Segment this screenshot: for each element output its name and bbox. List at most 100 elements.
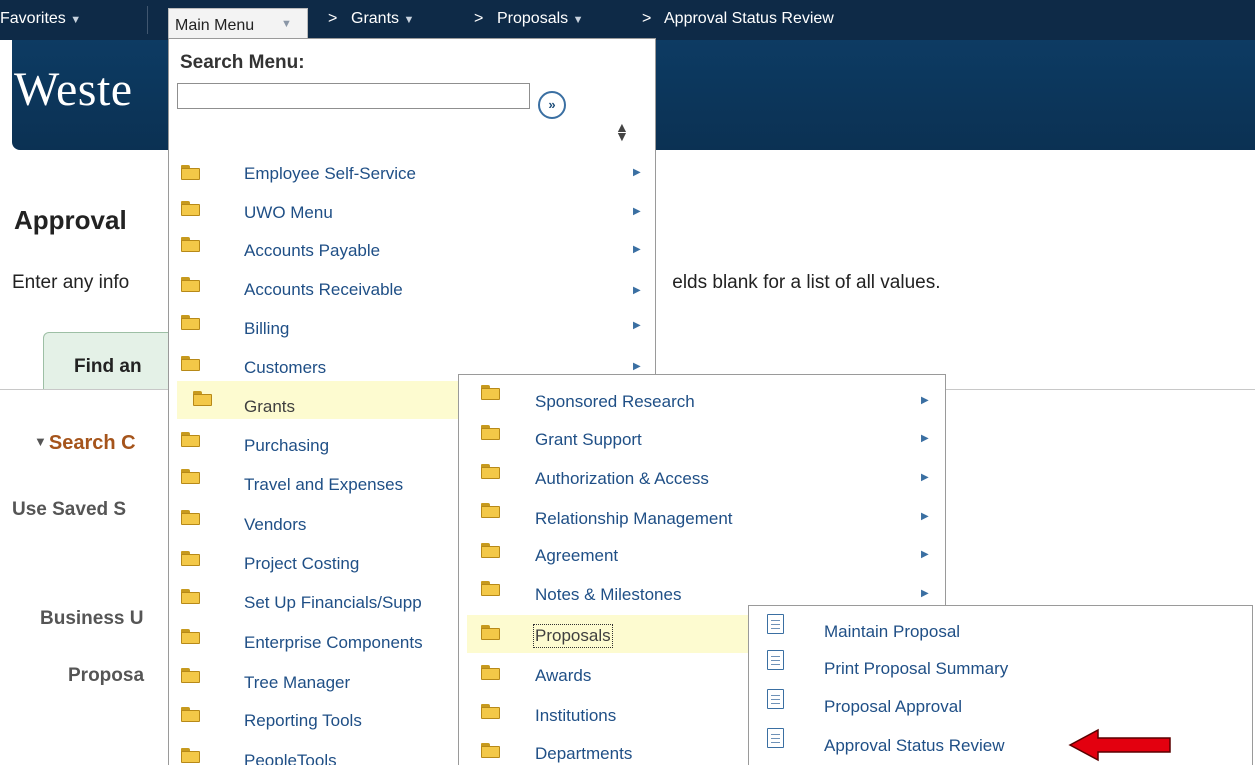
submenu-arrow-icon: ▶ xyxy=(633,244,641,255)
submenu-arrow-icon: ▶ xyxy=(633,361,641,372)
submenu-arrow-icon: ▶ xyxy=(921,395,929,406)
document-icon xyxy=(767,650,784,670)
menu-item-label: Institutions xyxy=(535,706,617,725)
menu-item-purchasing[interactable]: Purchasing xyxy=(181,419,461,457)
breadcrumb-approval-status-review[interactable]: Approval Status Review xyxy=(664,10,834,28)
red-arrow-annotation-icon xyxy=(1068,728,1171,762)
menu-item-label: Customers xyxy=(244,358,327,377)
chevron-down-icon: ▼ xyxy=(70,14,82,26)
menu-item-maintain-proposal[interactable]: Maintain Proposal xyxy=(767,612,1237,650)
submenu-arrow-icon: ▶ xyxy=(633,320,641,331)
menu-item-label: Agreement xyxy=(535,546,619,565)
search-criteria-toggle[interactable]: ▼ Search C xyxy=(34,432,136,455)
favorites-label: Favorites xyxy=(0,10,66,27)
breadcrumb-label: Grants xyxy=(351,10,400,27)
menu-item-grant-support[interactable]: Grant Support ▶ xyxy=(481,419,941,457)
folder-icon xyxy=(181,237,200,252)
menu-item-departments[interactable]: Departments xyxy=(481,729,741,765)
menu-item-label: Proposal Approval xyxy=(824,697,962,716)
submenu-arrow-icon: ▶ xyxy=(921,472,929,483)
menu-item-proposals[interactable]: Proposals xyxy=(467,615,749,653)
folder-icon xyxy=(181,707,200,722)
folder-icon xyxy=(481,581,500,596)
instructions-start: Enter any info xyxy=(12,272,130,293)
main-menu-button[interactable]: Main Menu ▼ xyxy=(168,8,308,38)
menu-item-agreement[interactable]: Agreement ▶ xyxy=(481,533,941,571)
menu-item-institutions[interactable]: Institutions xyxy=(481,691,741,729)
proposals-submenu: Maintain Proposal Print Proposal Summary… xyxy=(748,605,1253,765)
menu-item-relationship-management[interactable]: Relationship Management ▶ xyxy=(481,495,941,533)
nav-divider xyxy=(147,6,148,34)
menu-item-print-proposal-summary[interactable]: Print Proposal Summary xyxy=(767,650,1237,688)
document-icon xyxy=(767,614,784,634)
menu-item-set-up-financials[interactable]: Set Up Financials/Supp xyxy=(181,571,461,612)
folder-icon xyxy=(481,543,500,558)
menu-item-label: Accounts Receivable xyxy=(244,280,403,299)
menu-item-peopletools[interactable]: PeopleTools xyxy=(181,723,461,765)
folder-icon xyxy=(481,503,500,518)
breadcrumb-proposals[interactable]: Proposals ▼ xyxy=(497,10,584,28)
folder-icon xyxy=(193,391,212,406)
menu-item-awards[interactable]: Awards xyxy=(481,653,741,691)
search-menu-label: Search Menu: xyxy=(180,52,305,73)
favorites-menu[interactable]: Favorites ▼ xyxy=(0,10,81,28)
search-menu-input[interactable] xyxy=(177,83,530,109)
search-criteria-label: Search C xyxy=(48,432,136,454)
menu-item-label: Vendors xyxy=(244,515,307,534)
menu-item-billing[interactable]: Billing ▶ xyxy=(181,305,641,343)
menu-item-authorization-access[interactable]: Authorization & Access ▶ xyxy=(481,457,941,495)
folder-icon xyxy=(181,510,200,525)
menu-item-label: Travel and Expenses xyxy=(244,475,404,494)
menu-item-travel-and-expenses[interactable]: Travel and Expenses xyxy=(181,457,461,495)
breadcrumb-separator: > xyxy=(474,10,484,27)
menu-item-sponsored-research[interactable]: Sponsored Research ▶ xyxy=(481,381,941,419)
banner-logo-text: Weste xyxy=(14,63,133,116)
double-chevron-right-icon[interactable]: » xyxy=(538,91,566,119)
breadcrumb-grants[interactable]: Grants ▼ xyxy=(351,10,414,28)
menu-item-accounts-receivable[interactable]: Accounts Receivable ▶ xyxy=(181,267,641,305)
submenu-arrow-icon: ▶ xyxy=(921,549,929,560)
folder-icon xyxy=(181,201,200,216)
submenu-arrow-icon: ▶ xyxy=(921,588,929,599)
submenu-arrow-icon: ▶ xyxy=(921,511,929,522)
folder-icon xyxy=(481,665,500,680)
menu-item-proposal-approval[interactable]: Proposal Approval xyxy=(767,688,1237,726)
menu-item-grants[interactable]: Grants xyxy=(177,381,469,419)
menu-item-label: Departments xyxy=(535,744,633,763)
menu-item-reporting-tools[interactable]: Reporting Tools xyxy=(181,685,461,730)
menu-item-enterprise-components[interactable]: Enterprise Components xyxy=(181,609,461,652)
main-menu-label: Main Menu xyxy=(175,17,255,34)
breadcrumb-label: Approval Status Review xyxy=(664,10,834,27)
folder-icon xyxy=(481,743,500,758)
sort-arrows-icon[interactable]: ▲ ▼ xyxy=(615,120,629,143)
folder-icon xyxy=(481,425,500,440)
menu-item-project-costing[interactable]: Project Costing xyxy=(181,533,461,573)
menu-item-notes-milestones[interactable]: Notes & Milestones ▶ xyxy=(481,571,941,609)
submenu-arrow-icon: ▶ xyxy=(921,433,929,444)
menu-item-tree-manager[interactable]: Tree Manager xyxy=(181,647,461,692)
page-title: Approval xyxy=(14,205,127,235)
folder-icon xyxy=(181,748,200,763)
menu-item-label: Relationship Management xyxy=(535,509,733,528)
folder-icon xyxy=(181,668,200,683)
menu-item-label: Awards xyxy=(535,666,592,685)
submenu-arrow-icon: ▶ xyxy=(633,285,641,296)
folder-icon xyxy=(181,589,200,604)
tab-label: Find an xyxy=(74,356,142,377)
menu-item-label: PeopleTools xyxy=(244,751,337,765)
menu-item-uwo-menu[interactable]: UWO Menu ▶ xyxy=(181,191,641,229)
menu-item-accounts-payable[interactable]: Accounts Payable ▶ xyxy=(181,229,641,267)
submenu-arrow-icon: ▶ xyxy=(633,167,641,178)
folder-icon xyxy=(481,464,500,479)
menu-item-employee-self-service[interactable]: Employee Self-Service ▶ xyxy=(181,153,641,191)
breadcrumb-label: Proposals xyxy=(497,10,569,27)
folder-icon xyxy=(181,629,200,644)
menu-item-vendors[interactable]: Vendors xyxy=(181,495,461,534)
saved-search-label: Use Saved S xyxy=(12,499,127,520)
instructions-end: elds blank for a list of all values. xyxy=(672,272,941,293)
folder-icon xyxy=(481,385,500,400)
menu-item-label: Grants xyxy=(244,397,296,416)
menu-item-label: Grant Support xyxy=(535,430,642,449)
submenu-arrow-icon: ▶ xyxy=(633,206,641,217)
folder-icon xyxy=(181,356,200,371)
